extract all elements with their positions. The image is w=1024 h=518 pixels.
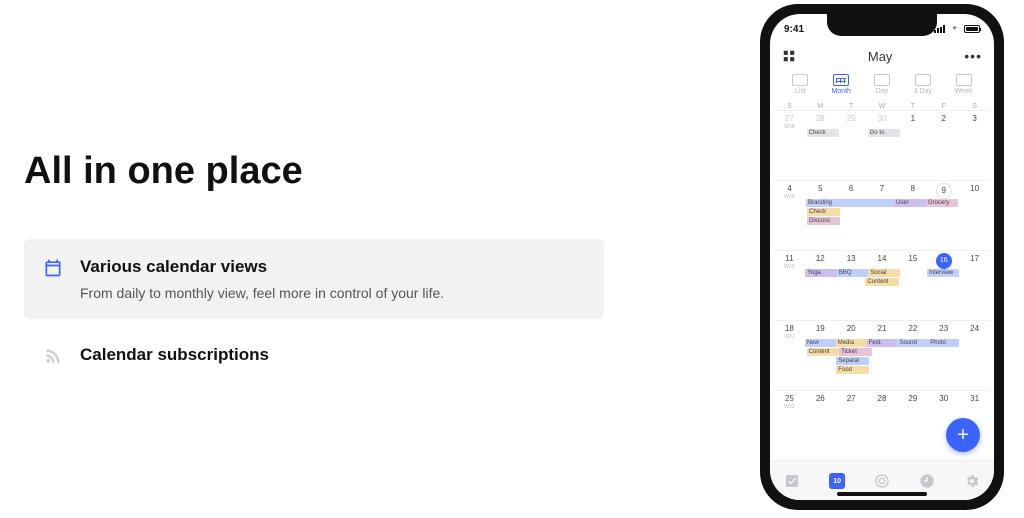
calendar-grid: 27W18 28 29 30 1 2 3 Check Go to	[770, 110, 994, 460]
app-header: May •••	[770, 42, 994, 70]
event-new[interactable]: New	[805, 339, 836, 347]
event-social[interactable]: Social	[868, 269, 899, 277]
event-grocery[interactable]: Grocery	[926, 199, 958, 207]
grid-icon[interactable]	[782, 49, 796, 63]
event-yoga[interactable]: Yoga	[805, 269, 836, 277]
day-cell[interactable]: 2	[928, 111, 959, 180]
event-content2[interactable]: Content	[807, 348, 840, 356]
day-cell[interactable]: 27	[836, 391, 867, 460]
tab-month[interactable]: Month	[821, 74, 862, 95]
event-sound[interactable]: Sound	[897, 339, 928, 347]
tabbar-settings-icon[interactable]	[963, 472, 981, 490]
event-ticket[interactable]: Ticket	[839, 348, 872, 356]
page-headline: All in one place	[24, 150, 604, 193]
day-cell[interactable]: 30	[867, 111, 898, 180]
day-cell[interactable]: 27W18	[774, 111, 805, 180]
more-icon[interactable]: •••	[964, 48, 982, 64]
event-content[interactable]: Content	[865, 278, 898, 286]
day-cell[interactable]: 26	[805, 391, 836, 460]
weekday-row: SMTWTFS	[770, 103, 994, 110]
phone-mockup: 9:41 May ••• List Month Day 3 Day Week	[760, 4, 1004, 510]
event-fest[interactable]: Fest.	[867, 339, 898, 347]
tabbar-focus-icon[interactable]	[873, 472, 891, 490]
event-media[interactable]: Media	[836, 339, 867, 347]
phone-notch	[827, 14, 937, 36]
day-cell[interactable]: 28	[805, 111, 836, 180]
event-goto[interactable]: Go to	[868, 129, 901, 137]
tab-week[interactable]: Week	[943, 74, 984, 95]
battery-icon	[964, 25, 980, 33]
event-separat[interactable]: Separat	[836, 357, 869, 365]
week-row: 18W21 19 20 21 22 23 24 New Media Fest. …	[774, 320, 990, 390]
day-cell[interactable]: 25W22	[774, 391, 805, 460]
event-discuss[interactable]: Discuss	[807, 217, 840, 225]
event-user[interactable]: User	[894, 199, 926, 207]
event-bbq[interactable]: BBQ	[837, 269, 868, 277]
feature-title: Various calendar views	[80, 257, 586, 277]
day-cell[interactable]: 3	[959, 111, 990, 180]
day-cell[interactable]: 1	[897, 111, 928, 180]
day-cell[interactable]: 28	[867, 391, 898, 460]
rss-icon	[42, 345, 64, 367]
view-tabs: List Month Day 3 Day Week	[770, 70, 994, 103]
status-time: 9:41	[784, 24, 804, 35]
week-row: 4W19 5 6 7 8 9 10 Branding User Grocery	[774, 180, 990, 250]
tab-day[interactable]: Day	[862, 74, 903, 95]
day-cell[interactable]: 29	[836, 111, 867, 180]
tabbar-tasks-icon[interactable]	[783, 472, 801, 490]
event-photo[interactable]: Photo	[928, 339, 959, 347]
tabbar-calendar-icon[interactable]: 10	[828, 472, 846, 490]
home-indicator	[837, 492, 927, 496]
tabbar-clock-icon[interactable]	[918, 472, 936, 490]
week-row: 11W20 12 13 14 15 169% 17 Yoga BBQ Socia…	[774, 250, 990, 320]
feature-calendar-subscriptions[interactable]: Calendar subscriptions	[24, 327, 604, 391]
event-food[interactable]: Food	[836, 366, 869, 374]
calendar-icon	[42, 257, 64, 279]
wifi-icon	[950, 25, 960, 33]
event-check[interactable]: Check	[807, 208, 840, 216]
feature-calendar-views[interactable]: Various calendar views From daily to mon…	[24, 239, 604, 319]
month-title: May	[868, 49, 893, 64]
tab-list[interactable]: List	[780, 74, 821, 95]
event-check[interactable]: Check	[807, 129, 840, 137]
feature-title: Calendar subscriptions	[80, 345, 586, 365]
event-branding[interactable]: Branding	[806, 199, 894, 207]
add-button[interactable]: +	[946, 418, 980, 452]
week-row: 27W18 28 29 30 1 2 3 Check Go to	[774, 110, 990, 180]
marketing-left-column: All in one place Various calendar views …	[24, 150, 604, 399]
feature-desc: From daily to monthly view, feel more in…	[80, 285, 586, 301]
tab-3day[interactable]: 3 Day	[902, 74, 943, 95]
event-interview[interactable]: Interview	[927, 269, 958, 277]
day-cell[interactable]: 29	[897, 391, 928, 460]
